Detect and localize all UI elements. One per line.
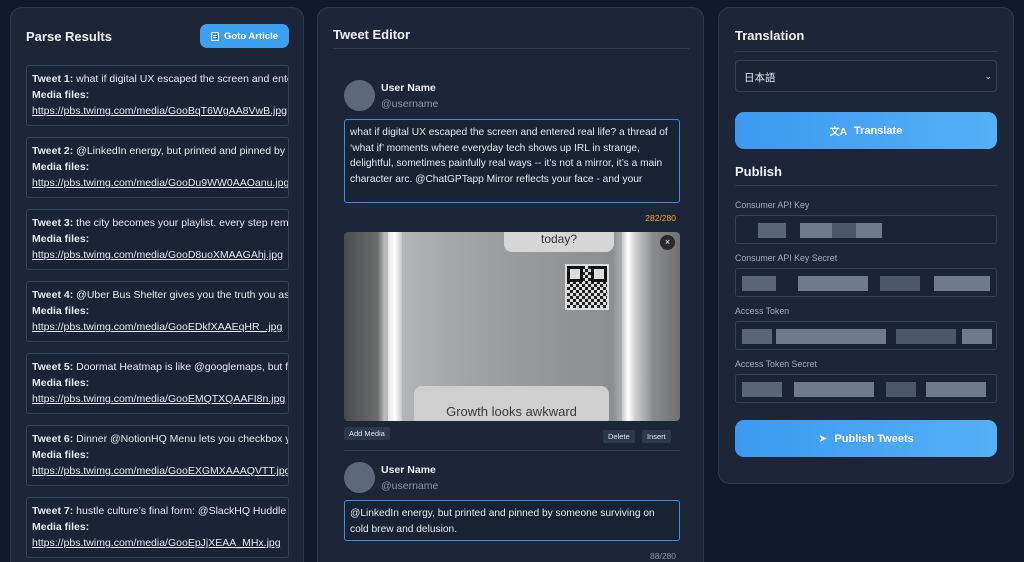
field-label: Consumer API Key (735, 200, 810, 210)
field-label: Access Token Secret (735, 359, 817, 369)
tweet-text: hustle culture’s final form: @SlackHQ Hu… (76, 505, 287, 517)
parse-results-title: Parse Results (26, 29, 112, 44)
chevron-down-icon: ⌄ (984, 71, 992, 81)
translation-panel: Translation 日本語 ⌄ 文A Translate Publish C… (718, 7, 1014, 484)
delete-button[interactable]: Delete (603, 430, 635, 443)
tweet-card[interactable]: Tweet 1: what if digital UX escaped the … (26, 65, 289, 126)
consumer-api-key-field[interactable] (735, 215, 997, 244)
field-label: Consumer API Key Secret (735, 253, 838, 263)
mirror-frame (622, 232, 634, 421)
tweet-label: Tweet 7: (32, 505, 74, 517)
tweet-label: Tweet 6: (32, 433, 74, 445)
tweet-text: @LinkedIn energy, but printed and pinned… (76, 145, 288, 157)
tweet-text: @Uber Bus Shelter gives you the truth yo… (76, 289, 289, 301)
media-files-label: Media files: (32, 89, 90, 101)
media-files-label: Media files: (32, 233, 90, 245)
tweet-label: Tweet 4: (32, 289, 74, 301)
avatar (344, 462, 375, 493)
goto-article-label: Goto Article (223, 30, 278, 42)
media-files-label: Media files: (32, 305, 90, 317)
divider (735, 185, 997, 186)
tweet-card[interactable]: Tweet 5: Doormat Heatmap is like @google… (26, 353, 289, 414)
tweet-label: Tweet 3: (32, 217, 74, 229)
tweet-media-image: today? Growth looks awkward × (344, 232, 680, 421)
insert-button[interactable]: Insert (642, 430, 671, 443)
tweet-card[interactable]: Tweet 3: the city becomes your playlist.… (26, 209, 289, 270)
tweet-text: the city becomes your playlist. every st… (76, 217, 289, 229)
divider (333, 48, 689, 49)
goto-article-button[interactable]: Goto Article (200, 24, 289, 48)
media-files-label: Media files: (32, 449, 90, 461)
mirror-frame (388, 232, 402, 421)
divider (735, 51, 997, 52)
avatar (344, 80, 375, 111)
tweet-text-editor[interactable]: what if digital UX escaped the screen an… (344, 119, 680, 203)
close-icon[interactable]: × (660, 235, 675, 250)
tweet-card[interactable]: Tweet 2: @LinkedIn energy, but printed a… (26, 137, 289, 198)
add-media-button[interactable]: Add Media (344, 427, 390, 440)
user-name: User Name (381, 82, 436, 94)
document-icon (210, 31, 219, 41)
character-counter: 88/280 (650, 551, 676, 561)
media-files-label: Media files: (32, 521, 90, 533)
tweet-card[interactable]: Tweet 4: @Uber Bus Shelter gives you the… (26, 281, 289, 342)
media-link[interactable]: https://pbs.twimg.com/media/GooEMQTXQAAF… (32, 393, 285, 405)
tweet-text-editor[interactable]: @LinkedIn energy, but printed and pinned… (344, 500, 680, 541)
access-token-field[interactable] (735, 321, 997, 350)
character-counter: 282/280 (645, 213, 676, 223)
translate-icon: 文A (829, 127, 847, 138)
tweet-label: Tweet 1: (32, 73, 74, 85)
media-link[interactable]: https://pbs.twimg.com/media/GooD8uoXMAAG… (32, 249, 283, 261)
translation-title: Translation (735, 28, 805, 43)
media-link[interactable]: https://pbs.twimg.com/media/GooEDkfXAAEq… (32, 321, 282, 333)
translate-label: Translate (853, 124, 903, 137)
user-name: User Name (381, 464, 436, 476)
tweet-card[interactable]: Tweet 7: hustle culture’s final form: @S… (26, 497, 289, 558)
media-link[interactable]: https://pbs.twimg.com/media/GooEXGMXAAAQ… (32, 465, 288, 477)
publish-tweets-button[interactable]: ➤ Publish Tweets (735, 420, 997, 457)
user-handle: @username (381, 98, 439, 110)
tweet-card[interactable]: Tweet 6: Dinner @NotionHQ Menu lets you … (26, 425, 289, 486)
chat-bubble: today? (504, 232, 614, 252)
media-link[interactable]: https://pbs.twimg.com/media/GooDu9WW0AAO… (32, 177, 288, 189)
consumer-api-secret-field[interactable] (735, 268, 997, 297)
access-token-secret-field[interactable] (735, 374, 997, 403)
tweet-text: Dinner @NotionHQ Menu lets you checkbox … (76, 433, 289, 445)
media-link[interactable]: https://pbs.twimg.com/media/GooBqT6WgAA8… (32, 105, 287, 117)
tweet-text: Doormat Heatmap is like @googlemaps, but… (76, 361, 289, 373)
user-handle: @username (381, 480, 439, 492)
translate-button[interactable]: 文A Translate (735, 112, 997, 149)
tweet-editor-panel: Tweet Editor User Name @username what if… (317, 7, 704, 562)
language-value: 日本語 (744, 72, 776, 84)
send-icon: ➤ (818, 433, 828, 445)
field-label: Access Token (735, 306, 790, 316)
tweet-text: what if digital UX escaped the screen an… (76, 73, 288, 85)
qr-code-icon (565, 264, 609, 310)
media-files-label: Media files: (32, 377, 90, 389)
tweet-editor-title: Tweet Editor (333, 27, 411, 42)
tweet-label: Tweet 5: (32, 361, 74, 373)
publish-tweets-label: Publish Tweets (834, 432, 914, 445)
publish-title: Publish (735, 164, 782, 179)
media-files-label: Media files: (32, 161, 90, 173)
parse-results-panel: Parse Results Goto Article Tweet 1: what… (10, 7, 304, 562)
media-link[interactable]: https://pbs.twimg.com/media/GooEpJjXEAA_… (32, 537, 281, 549)
divider (344, 450, 680, 451)
language-select[interactable]: 日本語 ⌄ (735, 60, 997, 92)
chat-bubble: Growth looks awkward (414, 386, 609, 421)
tweet-label: Tweet 2: (32, 145, 74, 157)
